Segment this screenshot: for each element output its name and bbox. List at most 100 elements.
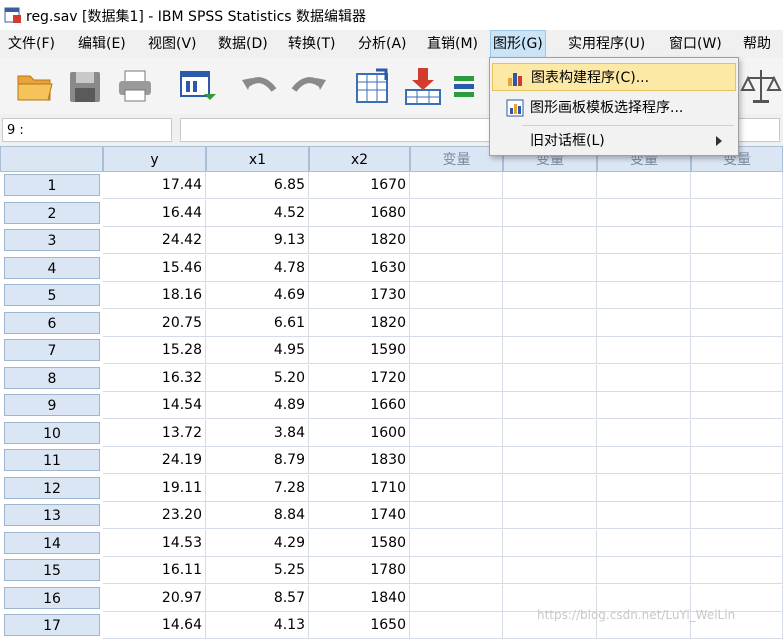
data-cell-x2[interactable]: 1650 xyxy=(309,612,410,639)
print-icon[interactable] xyxy=(114,66,156,106)
menu-transform[interactable]: 转换(T) xyxy=(286,30,337,58)
data-cell-y[interactable]: 14.64 xyxy=(103,612,206,639)
empty-cell[interactable] xyxy=(691,392,783,419)
data-cell-x1[interactable]: 4.69 xyxy=(206,282,309,309)
empty-cell[interactable] xyxy=(691,254,783,282)
menu-file[interactable]: 文件(F) xyxy=(6,30,57,58)
data-cell-x1[interactable]: 4.52 xyxy=(206,199,309,227)
empty-cell[interactable] xyxy=(410,337,503,364)
empty-cell[interactable] xyxy=(503,282,597,309)
data-cell-x2[interactable]: 1780 xyxy=(309,557,410,584)
data-cell-y[interactable]: 19.11 xyxy=(103,474,206,502)
empty-cell[interactable] xyxy=(503,502,597,529)
empty-cell[interactable] xyxy=(503,254,597,282)
row-header[interactable]: 1 xyxy=(4,174,100,196)
row-header[interactable]: 17 xyxy=(4,614,100,636)
empty-cell[interactable] xyxy=(597,254,691,282)
empty-cell[interactable] xyxy=(503,557,597,584)
variables-icon[interactable] xyxy=(450,66,492,106)
empty-cell[interactable] xyxy=(410,282,503,309)
column-header-x2[interactable]: x2 xyxy=(309,146,410,172)
empty-cell[interactable] xyxy=(503,529,597,557)
menu-item-graphboard[interactable]: 图形画板模板选择程序... xyxy=(492,94,736,122)
row-header[interactable]: 6 xyxy=(4,311,100,334)
empty-cell[interactable] xyxy=(410,584,503,612)
row-header[interactable]: 7 xyxy=(4,339,100,361)
empty-cell[interactable] xyxy=(597,337,691,364)
empty-cell[interactable] xyxy=(410,529,503,557)
empty-cell[interactable] xyxy=(410,392,503,419)
menu-help[interactable]: 帮助 xyxy=(741,30,773,58)
data-cell-y[interactable]: 16.32 xyxy=(103,364,206,392)
menu-item-legacy-dialogs[interactable]: 旧对话框(L) xyxy=(492,127,736,155)
menu-utilities[interactable]: 实用程序(U) xyxy=(566,30,647,58)
open-folder-icon[interactable] xyxy=(14,66,56,106)
data-cell-x2[interactable]: 1680 xyxy=(309,199,410,227)
row-header[interactable]: 11 xyxy=(4,449,100,471)
data-cell-x1[interactable]: 8.84 xyxy=(206,502,309,529)
row-header[interactable]: 2 xyxy=(4,201,100,224)
empty-cell[interactable] xyxy=(410,557,503,584)
empty-cell[interactable] xyxy=(691,199,783,227)
empty-cell[interactable] xyxy=(691,364,783,392)
empty-cell[interactable] xyxy=(691,557,783,584)
empty-cell[interactable] xyxy=(503,199,597,227)
empty-cell[interactable] xyxy=(410,172,503,199)
data-cell-x2[interactable]: 1840 xyxy=(309,584,410,612)
data-cell-x2[interactable]: 1710 xyxy=(309,474,410,502)
data-cell-y[interactable]: 17.44 xyxy=(103,172,206,199)
row-header[interactable]: 15 xyxy=(4,559,100,581)
menu-edit[interactable]: 编辑(E) xyxy=(76,30,128,58)
dialog-recall-icon[interactable] xyxy=(176,66,218,106)
row-header[interactable]: 10 xyxy=(4,421,100,444)
data-cell-x1[interactable]: 4.78 xyxy=(206,254,309,282)
row-header[interactable]: 12 xyxy=(4,476,100,499)
data-cell-y[interactable]: 13.72 xyxy=(103,419,206,447)
data-cell-y[interactable]: 24.19 xyxy=(103,447,206,474)
data-cell-x1[interactable]: 8.79 xyxy=(206,447,309,474)
data-cell-x2[interactable]: 1720 xyxy=(309,364,410,392)
data-cell-x2[interactable]: 1600 xyxy=(309,419,410,447)
data-cell-y[interactable]: 14.54 xyxy=(103,392,206,419)
empty-cell[interactable] xyxy=(410,227,503,254)
empty-cell[interactable] xyxy=(691,172,783,199)
empty-cell[interactable] xyxy=(503,172,597,199)
empty-cell[interactable] xyxy=(503,337,597,364)
empty-cell[interactable] xyxy=(597,199,691,227)
redo-icon[interactable] xyxy=(288,66,330,106)
menu-data[interactable]: 数据(D) xyxy=(216,30,270,58)
goto-case-icon[interactable] xyxy=(352,66,394,106)
menu-view[interactable]: 视图(V) xyxy=(146,30,199,58)
goto-variable-icon[interactable] xyxy=(402,66,444,106)
data-cell-y[interactable]: 18.16 xyxy=(103,282,206,309)
column-header-y[interactable]: y xyxy=(103,146,206,172)
empty-cell[interactable] xyxy=(410,309,503,337)
empty-cell[interactable] xyxy=(597,364,691,392)
data-cell-y[interactable]: 20.97 xyxy=(103,584,206,612)
empty-cell[interactable] xyxy=(597,227,691,254)
empty-cell[interactable] xyxy=(691,419,783,447)
menu-analyze[interactable]: 分析(A) xyxy=(356,30,409,58)
row-header[interactable]: 9 xyxy=(4,394,100,416)
data-cell-x2[interactable]: 1820 xyxy=(309,309,410,337)
row-header[interactable]: 5 xyxy=(4,284,100,306)
save-icon[interactable] xyxy=(64,66,106,106)
empty-cell[interactable] xyxy=(410,502,503,529)
empty-cell[interactable] xyxy=(597,557,691,584)
data-cell-x1[interactable]: 4.89 xyxy=(206,392,309,419)
empty-cell[interactable] xyxy=(691,227,783,254)
menu-window[interactable]: 窗口(W) xyxy=(667,30,724,58)
data-cell-x1[interactable]: 4.13 xyxy=(206,612,309,639)
weight-cases-icon[interactable] xyxy=(740,66,782,106)
data-cell-x2[interactable]: 1820 xyxy=(309,227,410,254)
empty-cell[interactable] xyxy=(691,529,783,557)
row-header[interactable]: 4 xyxy=(4,256,100,279)
row-header[interactable]: 13 xyxy=(4,504,100,526)
empty-cell[interactable] xyxy=(597,172,691,199)
empty-cell[interactable] xyxy=(410,474,503,502)
data-cell-y[interactable]: 16.11 xyxy=(103,557,206,584)
empty-cell[interactable] xyxy=(597,392,691,419)
empty-cell[interactable] xyxy=(691,337,783,364)
grid-corner[interactable] xyxy=(0,146,103,172)
empty-cell[interactable] xyxy=(410,254,503,282)
